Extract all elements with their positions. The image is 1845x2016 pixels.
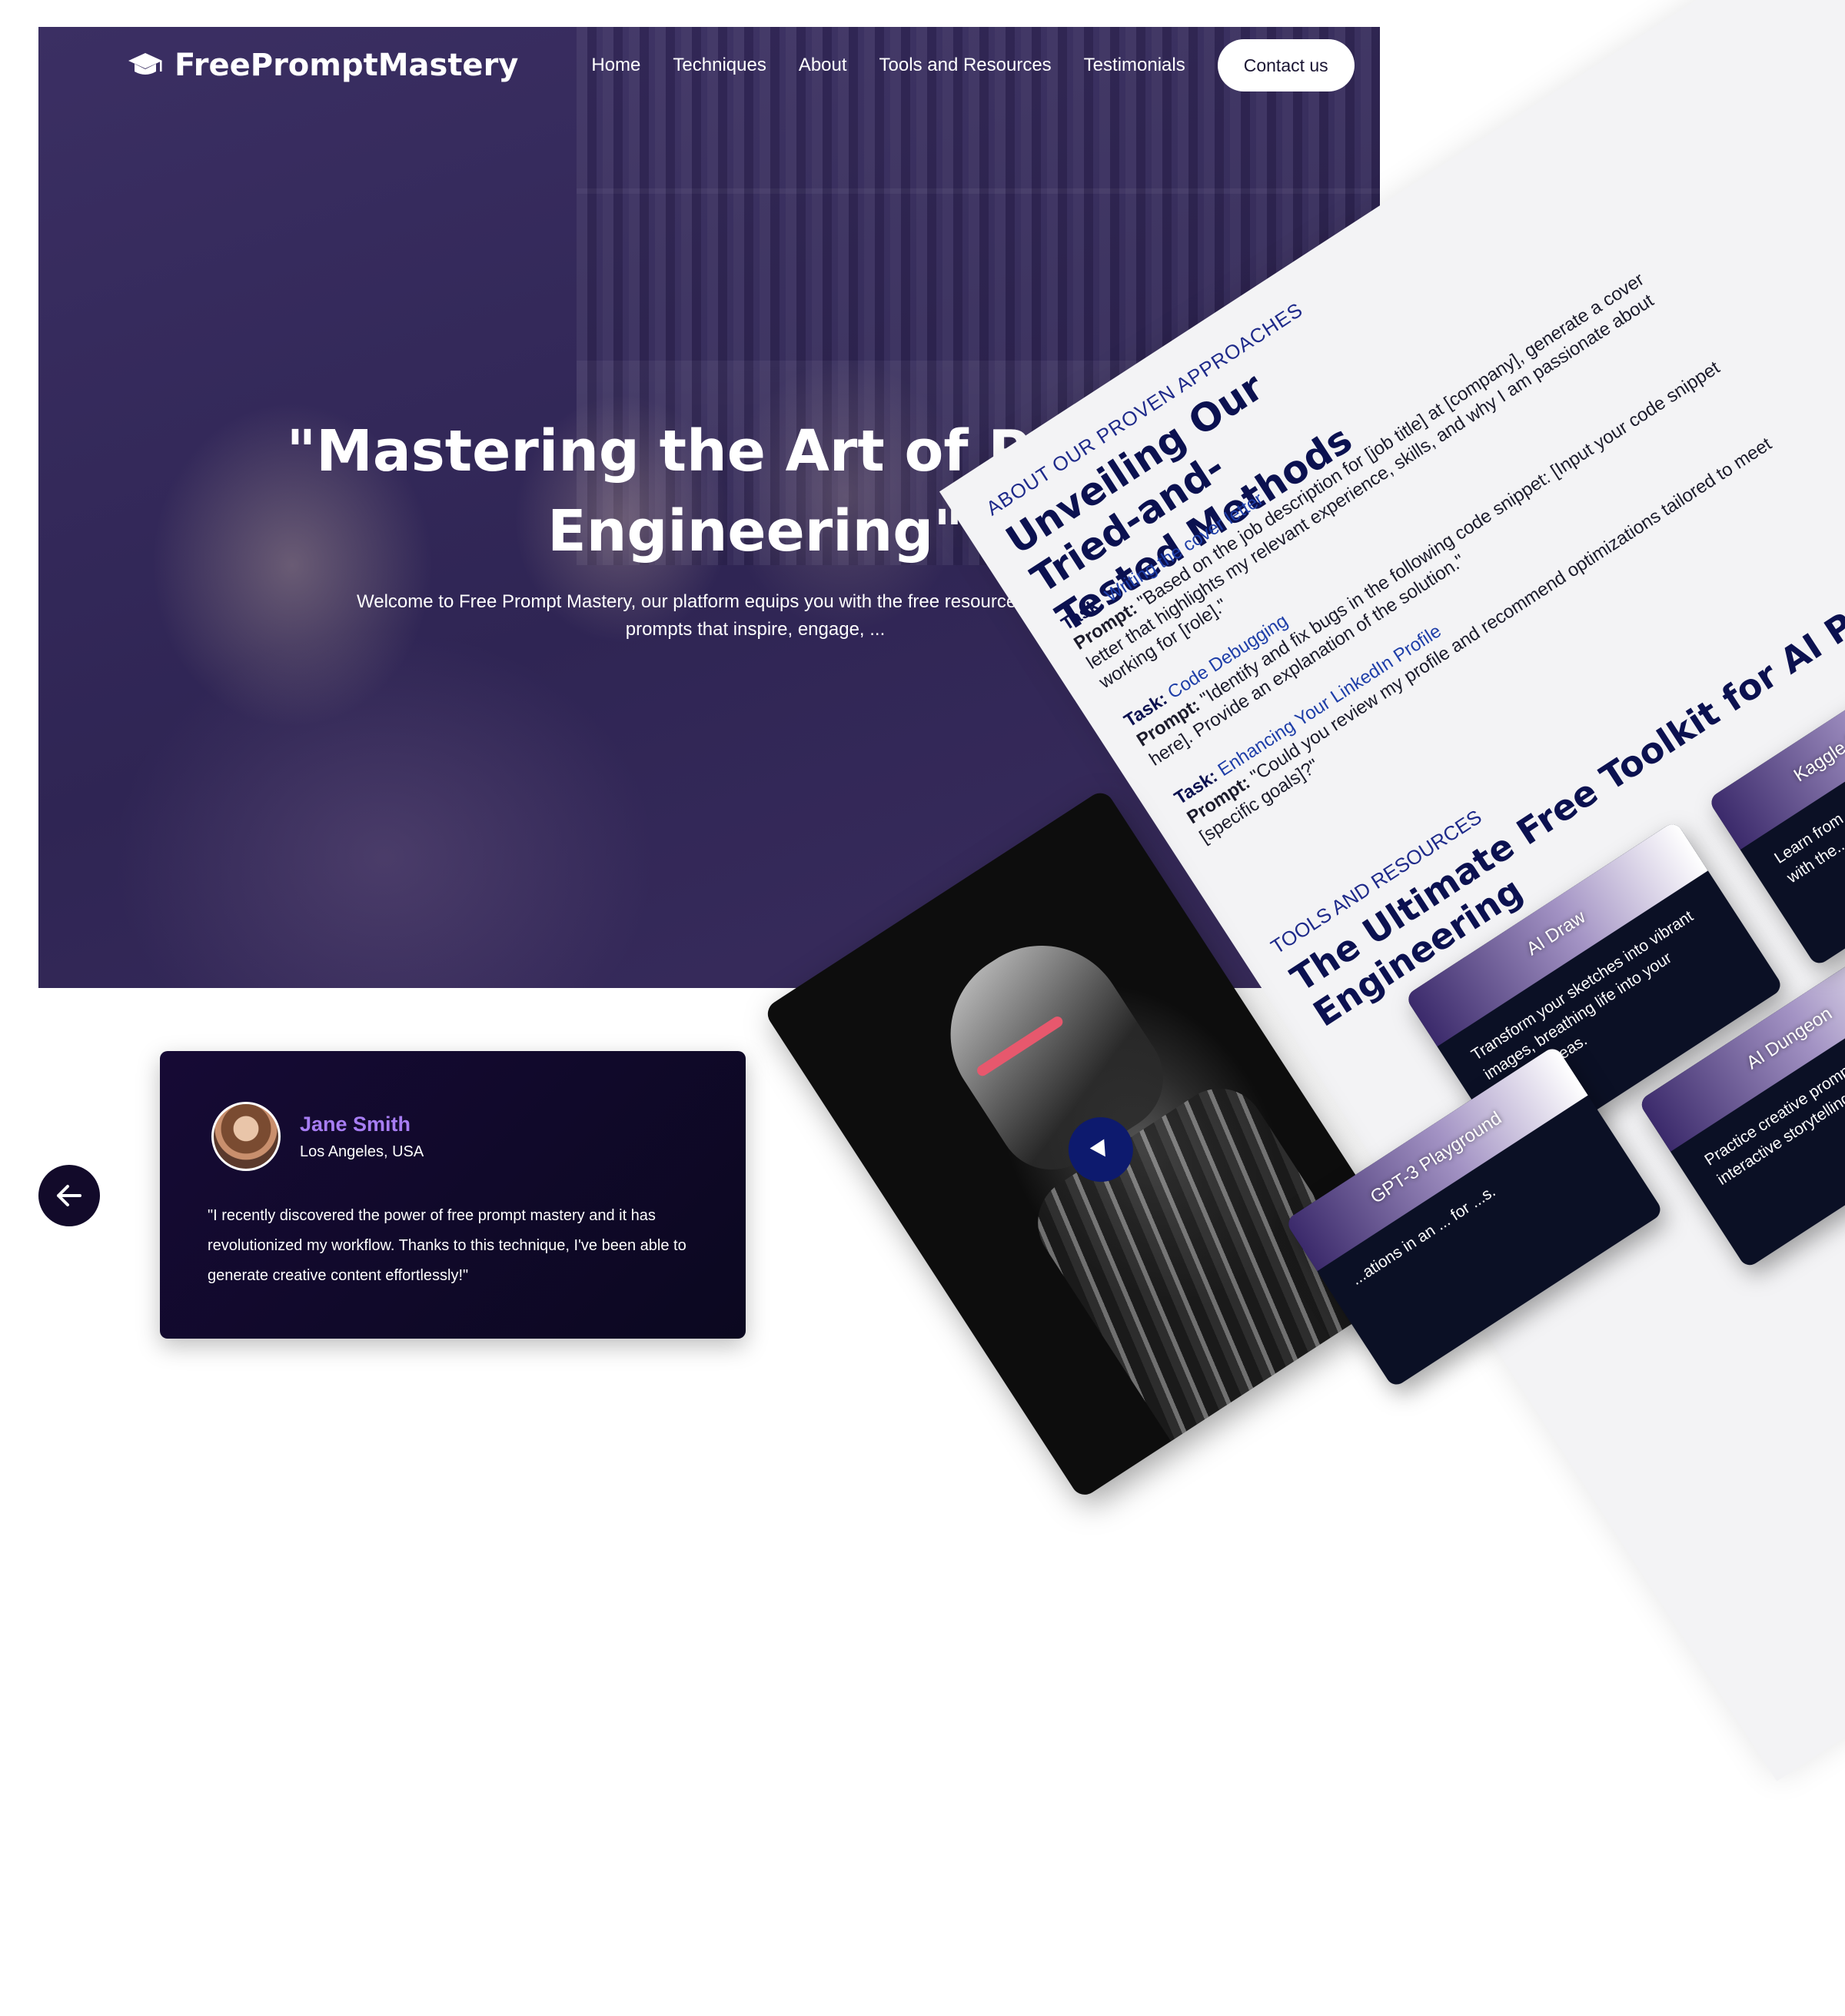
nav-tools-resources[interactable]: Tools and Resources — [879, 55, 1052, 76]
previous-testimonial-button[interactable] — [38, 1165, 100, 1226]
brand-logo[interactable]: FreePromptMastery — [127, 48, 518, 83]
tool-card-name: AI Draw — [1522, 907, 1590, 960]
top-navigation: FreePromptMastery Home Techniques About … — [38, 27, 1380, 104]
testimonial-quote: "I recently discovered the power of free… — [208, 1207, 686, 1284]
brand-name: FreePromptMastery — [175, 48, 519, 83]
graduation-cap-icon — [128, 53, 162, 75]
nav-links: Home Techniques About Tools and Resource… — [591, 55, 1185, 76]
nav-home[interactable]: Home — [591, 55, 640, 76]
testimonial-card: Jane Smith Los Angeles, USA "I recently … — [160, 1051, 746, 1339]
play-icon — [1089, 1139, 1105, 1157]
nav-testimonials[interactable]: Testimonials — [1084, 55, 1185, 76]
avatar — [211, 1102, 281, 1171]
testimonial-location: Los Angeles, USA — [300, 1143, 424, 1160]
testimonial-name: Jane Smith — [300, 1113, 411, 1136]
nav-techniques[interactable]: Techniques — [673, 55, 766, 76]
nav-about[interactable]: About — [799, 55, 847, 76]
contact-us-button[interactable]: Contact us — [1217, 39, 1355, 91]
arrow-left-icon — [57, 1185, 81, 1206]
